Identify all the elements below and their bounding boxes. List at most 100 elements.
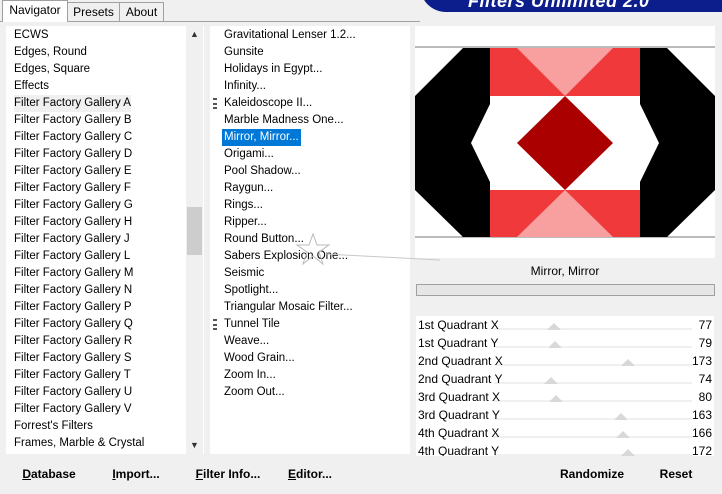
category-item[interactable]: Filter Factory Gallery A xyxy=(14,95,131,112)
param-slider[interactable] xyxy=(494,359,692,366)
filter-item[interactable]: Zoom In... xyxy=(222,367,278,384)
banner: Filters Unlimited 2.0 xyxy=(420,0,722,12)
param-row: 1st Quadrant Y 79 xyxy=(416,334,714,352)
filter-item[interactable]: Pool Shadow... xyxy=(222,163,303,180)
slider-thumb-icon[interactable] xyxy=(549,395,564,402)
category-item[interactable]: ECWS xyxy=(14,27,49,44)
category-item[interactable]: Filter Factory Gallery U xyxy=(14,384,132,401)
param-slider[interactable] xyxy=(494,395,692,402)
param-slider[interactable] xyxy=(494,341,692,348)
category-item[interactable]: Filter Factory Gallery M xyxy=(14,265,134,282)
category-item[interactable]: Filter Factory Gallery G xyxy=(14,197,133,214)
category-item[interactable]: Filter Factory Gallery H xyxy=(14,214,132,231)
slider-thumb-icon[interactable] xyxy=(615,431,630,438)
category-scrollbar[interactable]: ▲ ▼ xyxy=(186,26,203,454)
filter-item[interactable]: Spotlight... xyxy=(222,282,280,299)
filter-item[interactable]: Holidays in Egypt... xyxy=(222,61,324,78)
param-slider[interactable] xyxy=(494,431,692,438)
reset-button[interactable]: Reset xyxy=(644,460,708,488)
category-item[interactable]: Filter Factory Gallery E xyxy=(14,163,132,180)
category-item[interactable]: Filter Factory Gallery J xyxy=(14,231,130,248)
preview-image xyxy=(415,26,715,258)
param-row: 2nd Quadrant Y 74 xyxy=(416,370,714,388)
param-label: 3rd Quadrant Y xyxy=(418,408,500,422)
category-item[interactable]: Filter Factory Gallery T xyxy=(14,367,131,384)
filter-item[interactable]: Rings... xyxy=(222,197,265,214)
scroll-up-icon[interactable]: ▲ xyxy=(186,26,203,43)
slider-thumb-icon[interactable] xyxy=(544,377,559,384)
param-value: 80 xyxy=(698,390,712,404)
scroll-down-icon[interactable]: ▼ xyxy=(186,437,203,454)
param-value: 173 xyxy=(691,354,712,368)
category-item[interactable]: Effects xyxy=(14,78,49,95)
scroll-thumb[interactable] xyxy=(187,207,202,255)
param-row: 4th Quadrant X 166 xyxy=(416,424,714,442)
param-slider[interactable] xyxy=(494,377,692,384)
filter-item[interactable]: Triangular Mosaic Filter... xyxy=(222,299,355,316)
editor-button[interactable]: Editor... xyxy=(280,460,340,488)
progress-bar xyxy=(416,284,715,296)
preview-panel xyxy=(415,26,715,258)
param-label: 3rd Quadrant X xyxy=(418,390,501,404)
filter-item[interactable]: Weave... xyxy=(222,333,271,350)
favorite-marker-icon xyxy=(213,319,217,330)
slider-thumb-icon[interactable] xyxy=(621,359,636,366)
tab-navigator[interactable]: Navigator xyxy=(2,0,68,22)
database-button[interactable]: Database xyxy=(8,460,90,488)
filter-item[interactable]: Raygun... xyxy=(222,180,275,197)
category-item[interactable]: Frames, Marble & Crystal xyxy=(14,435,144,452)
category-item[interactable]: Filter Factory Gallery S xyxy=(14,350,132,367)
category-item[interactable]: Filter Factory Gallery L xyxy=(14,248,130,265)
filter-item[interactable]: Kaleidoscope II... xyxy=(222,95,314,112)
param-value: 74 xyxy=(698,372,712,386)
category-item[interactable]: Filter Factory Gallery N xyxy=(14,282,132,299)
filter-item[interactable]: Gravitational Lenser 1.2... xyxy=(222,27,358,44)
category-item[interactable]: Edges, Square xyxy=(14,61,90,78)
filter-item[interactable]: Gunsite xyxy=(222,44,266,61)
category-item[interactable]: Forrest's Filters xyxy=(14,418,93,435)
category-item[interactable]: Filter Factory Gallery B xyxy=(14,112,132,129)
filter-item[interactable]: Origami... xyxy=(222,146,276,163)
tab-bar: Navigator Presets About xyxy=(0,0,420,22)
param-value: 163 xyxy=(691,408,712,422)
param-row: 3rd Quadrant Y 163 xyxy=(416,406,714,424)
filter-item[interactable]: Marble Madness One... xyxy=(222,112,346,129)
favorite-marker-icon xyxy=(213,98,217,109)
category-item[interactable]: Filter Factory Gallery F xyxy=(14,180,131,197)
param-label: 2nd Quadrant Y xyxy=(418,372,503,386)
param-row: 1st Quadrant X 77 xyxy=(416,316,714,334)
param-row: 3rd Quadrant X 80 xyxy=(416,388,714,406)
category-item[interactable]: Filter Factory Gallery R xyxy=(14,333,132,350)
tab-presets[interactable]: Presets xyxy=(67,2,120,21)
tab-about[interactable]: About xyxy=(119,2,164,21)
param-slider[interactable] xyxy=(494,413,692,420)
filter-item[interactable]: Seismic xyxy=(222,265,266,282)
category-item[interactable]: Filter Factory Gallery D xyxy=(14,146,132,163)
slider-thumb-icon[interactable] xyxy=(546,323,561,330)
param-value: 77 xyxy=(698,318,712,332)
parameter-panel: 1st Quadrant X 77 1st Quadrant Y 79 2nd Quad… xyxy=(416,316,714,458)
filter-item[interactable]: Ripper... xyxy=(222,214,269,231)
filter-item[interactable]: Zoom Out... xyxy=(222,384,287,401)
filter-item[interactable]: Infinity... xyxy=(222,78,268,95)
slider-thumb-icon[interactable] xyxy=(548,341,563,348)
filter-name-label: Mirror, Mirror xyxy=(530,264,600,278)
category-item[interactable]: Filter Factory Gallery V xyxy=(14,401,132,418)
filter-info-button[interactable]: Filter Info... xyxy=(182,460,274,488)
param-value: 79 xyxy=(698,336,712,350)
category-item[interactable]: Filter Factory Gallery Q xyxy=(14,316,133,333)
category-item[interactable]: Edges, Round xyxy=(14,44,87,61)
category-item[interactable]: Filter Factory Gallery P xyxy=(14,299,132,316)
banner-title: Filters Unlimited 2.0 xyxy=(468,0,650,11)
filter-item[interactable]: Tunnel Tile xyxy=(222,316,282,333)
import-button[interactable]: Import... xyxy=(96,460,176,488)
param-label: 1st Quadrant Y xyxy=(418,336,499,350)
randomize-button[interactable]: Randomize xyxy=(546,460,638,488)
filter-item[interactable]: Mirror, Mirror... xyxy=(221,128,302,147)
param-slider[interactable] xyxy=(494,323,692,330)
slider-thumb-icon[interactable] xyxy=(613,413,628,420)
slider-thumb-icon[interactable] xyxy=(620,449,635,456)
category-list[interactable]: ECWS Edges, Round Edges, Square Effects Filt… xyxy=(6,26,204,454)
filter-item[interactable]: Wood Grain... xyxy=(222,350,297,367)
category-item[interactable]: Filter Factory Gallery C xyxy=(14,129,132,146)
